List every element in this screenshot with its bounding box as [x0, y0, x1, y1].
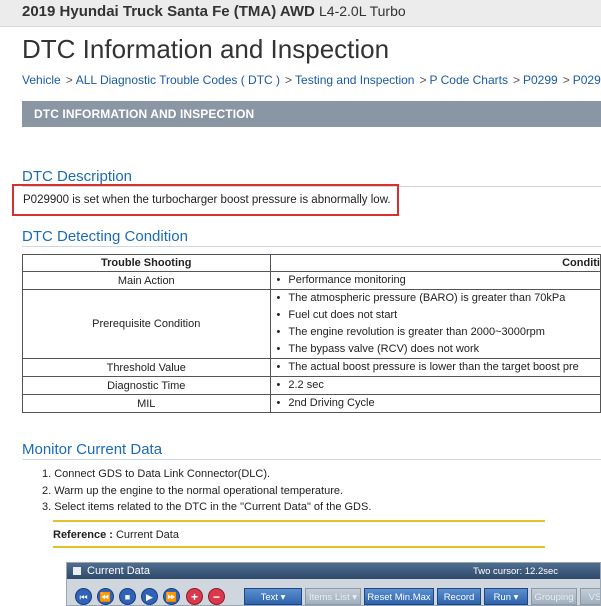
row-conditions: 2.2 sec: [269, 376, 601, 395]
row-label: MIL: [22, 394, 271, 413]
vehicle-header: 2019 Hyundai Truck Santa Fe (TMA) AWD L4…: [0, 0, 601, 27]
condition-item: Fuel cut does not start: [277, 307, 600, 324]
vehicle-name: 2019 Hyundai Truck Santa Fe (TMA) AWD: [22, 3, 315, 20]
row-label: Prerequisite Condition: [22, 289, 271, 359]
procedure-steps: 1. Connect GDS to Data Link Connector(DL…: [42, 468, 371, 518]
table-header-row: Trouble Shooting Conditi: [22, 254, 601, 272]
breadcrumb-separator: >: [285, 73, 293, 87]
row-conditions: The actual boost pressure is lower than …: [269, 358, 601, 377]
table-header: Conditi: [269, 254, 601, 272]
breadcrumb-p029900[interactable]: P029900: [573, 73, 601, 87]
condition-item: Performance monitoring: [277, 273, 600, 289]
remove-icon: −: [208, 588, 225, 605]
breadcrumb-separator: >: [419, 73, 427, 87]
table-row: Threshold Value The actual boost pressur…: [22, 358, 601, 377]
grouping-button: Grouping: [531, 588, 577, 605]
text-button-label: Text: [260, 592, 278, 603]
table-header: Trouble Shooting: [22, 254, 271, 272]
table-row: Diagnostic Time 2.2 sec: [22, 376, 601, 395]
detecting-condition-table: Trouble Shooting Conditi Main Action Per…: [22, 254, 601, 413]
monitor-current-data-heading: Monitor Current Data: [22, 441, 163, 458]
breadcrumb-p-code-charts[interactable]: P Code Charts: [429, 73, 508, 87]
record-label: Record: [443, 592, 475, 603]
breadcrumb-separator: >: [65, 73, 73, 87]
cursor-readout: Two cursor: 12.2sec: [473, 566, 559, 577]
breadcrumb-p0299[interactable]: P0299: [523, 73, 558, 87]
run-label: Run: [493, 592, 511, 603]
first-icon: ⏮: [75, 588, 92, 605]
vs-label: VS: [588, 592, 601, 603]
reference-text: Current Data: [115, 529, 179, 541]
section-banner: DTC INFORMATION AND INSPECTION: [22, 101, 601, 127]
banner-label: DTC INFORMATION AND INSPECTION: [34, 107, 255, 121]
breadcrumb-all-dtc[interactable]: ALL Diagnostic Trouble Codes ( DTC ): [76, 73, 280, 87]
condition-item: The bypass valve (RCV) does not work: [277, 341, 600, 358]
breadcrumb: Vehicle > ALL Diagnostic Trouble Codes ( D…: [22, 73, 601, 87]
step-item: 3. Select items related to the DTC in th…: [42, 501, 372, 513]
dtc-description-heading: DTC Description: [22, 168, 133, 185]
gds-title: Current Data: [87, 565, 150, 577]
grouping-label: Grouping: [534, 592, 574, 603]
condition-item: The engine revolution is greater than 20…: [277, 324, 600, 341]
divider: [22, 459, 601, 460]
breadcrumb-vehicle[interactable]: Vehicle: [22, 73, 61, 87]
step-item: 1. Connect GDS to Data Link Connector(DL…: [42, 468, 271, 480]
play-icon: ▶: [141, 588, 158, 605]
table-row: Prerequisite Condition The atmospheric p…: [22, 289, 601, 359]
row-label: Threshold Value: [22, 358, 271, 377]
condition-item: The actual boost pressure is lower than …: [277, 360, 600, 376]
step-item: 2. Warm up the engine to the normal oper…: [42, 484, 344, 497]
dtc-description-text: P029900 is set when the turbocharger boo…: [23, 194, 391, 206]
row-conditions: Performance monitoring: [269, 271, 601, 290]
row-label: Diagnostic Time: [22, 376, 271, 395]
breadcrumb-separator: >: [512, 73, 520, 87]
condition-item: 2.2 sec: [277, 378, 600, 394]
table-row: MIL 2nd Driving Cycle: [22, 394, 601, 413]
reference-note: Reference : Current Data: [53, 520, 545, 548]
breadcrumb-testing[interactable]: Testing and Inspection: [295, 73, 414, 87]
stop-icon: ■: [119, 588, 136, 605]
gds-current-data-screenshot: Current Data Two cursor: 12.2sec ⏮ ⏪ ■ ▶…: [66, 562, 601, 606]
text-button: Text ▾: [244, 588, 302, 605]
record-button: Record: [437, 588, 481, 605]
window-icon: [73, 567, 81, 575]
row-conditions: 2nd Driving Cycle: [269, 394, 601, 413]
items-list-label: Items List: [308, 592, 350, 603]
fast-forward-icon: ⏩: [163, 588, 180, 605]
dtc-description-box: P029900 is set when the turbocharger boo…: [12, 184, 399, 216]
rewind-icon: ⏪: [97, 588, 114, 605]
page-title: DTC Information and Inspection: [22, 34, 390, 64]
divider: [22, 246, 601, 247]
condition-item: The atmospheric pressure (BARO) is great…: [277, 291, 600, 308]
vs-button: VS: [580, 588, 601, 605]
reset-min-max-label: Reset Min.Max: [367, 592, 431, 603]
engine-spec: L4-2.0L Turbo: [319, 3, 406, 19]
condition-item: 2nd Driving Cycle: [277, 396, 600, 412]
reset-min-max-button: Reset Min.Max: [364, 588, 434, 605]
items-list-button: Items List ▾: [305, 588, 361, 605]
run-button: Run ▾: [484, 588, 528, 605]
add-icon: +: [186, 588, 203, 605]
row-conditions: The atmospheric pressure (BARO) is great…: [269, 289, 601, 359]
table-row: Main Action Performance monitoring: [22, 271, 601, 290]
gds-titlebar: Current Data Two cursor: 12.2sec: [67, 563, 600, 579]
vehicle-title: 2019 Hyundai Truck Santa Fe (TMA) AWD L4…: [22, 3, 406, 20]
reference-label: Reference :: [53, 529, 113, 541]
row-label: Main Action: [22, 271, 271, 290]
dtc-detecting-heading: DTC Detecting Condition: [22, 228, 188, 245]
breadcrumb-separator: >: [562, 73, 570, 87]
